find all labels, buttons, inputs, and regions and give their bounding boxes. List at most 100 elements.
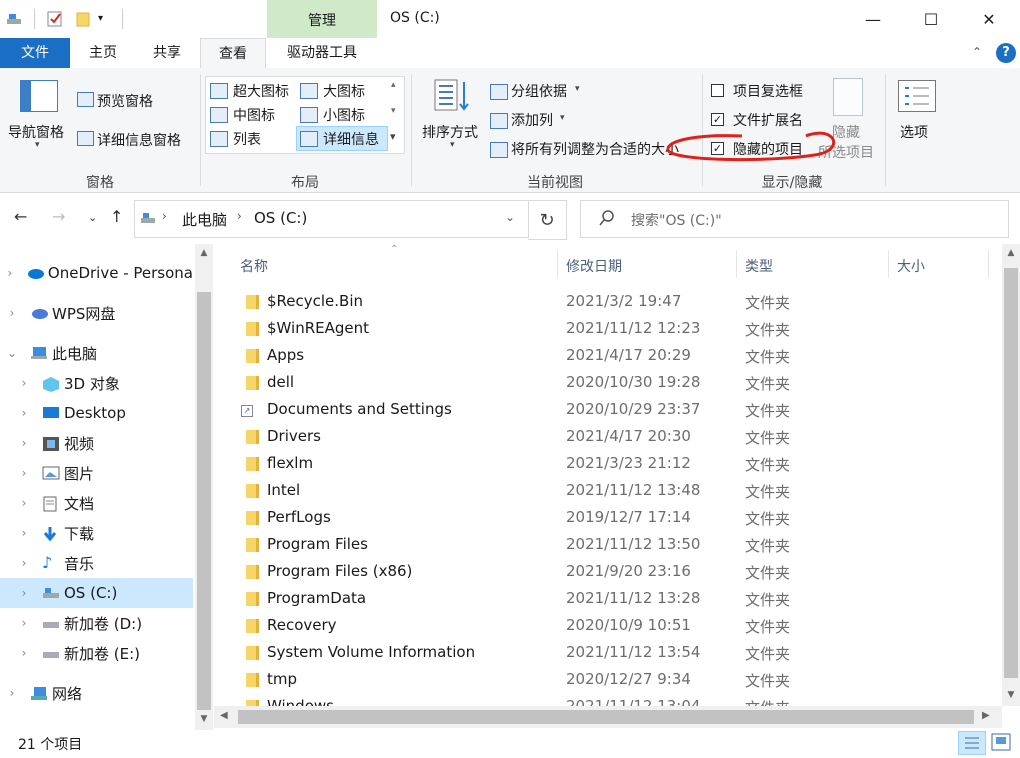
breadcrumb-os-c[interactable]: OS (C:) bbox=[254, 209, 307, 227]
help-icon[interactable]: ? bbox=[996, 43, 1016, 63]
sidebar-item-os-c[interactable]: › OS (C:) bbox=[0, 578, 193, 608]
sidebar-item-pictures[interactable]: › 图片 bbox=[0, 458, 193, 488]
sidebar-item-documents[interactable]: › 文档 bbox=[0, 488, 193, 518]
expand-gallery-icon[interactable]: ▾ bbox=[390, 130, 396, 143]
manage-contextual-tab[interactable]: 管理 bbox=[267, 0, 377, 38]
column-header-name[interactable]: 名称 bbox=[240, 256, 268, 276]
minimize-button[interactable]: — bbox=[844, 0, 902, 38]
tab-home[interactable]: 主页 bbox=[78, 38, 128, 68]
scroll-down-icon[interactable]: ▼ bbox=[1002, 690, 1020, 700]
layout-medium-icons[interactable]: 中图标 bbox=[233, 105, 275, 125]
sidebar-item-videos[interactable]: › 视频 bbox=[0, 428, 193, 458]
item-checkboxes-label[interactable]: 项目复选框 bbox=[733, 81, 803, 101]
scroll-up-icon[interactable]: ▲ bbox=[1002, 248, 1020, 258]
scroll-down-icon[interactable]: ▾ bbox=[391, 106, 396, 116]
up-arrow-icon[interactable]: ↑ bbox=[110, 207, 123, 226]
new-folder-icon[interactable] bbox=[74, 10, 92, 28]
tab-view[interactable]: 查看 bbox=[200, 38, 266, 70]
column-header-size[interactable]: 大小 bbox=[897, 256, 925, 276]
forward-arrow-icon[interactable]: → bbox=[52, 207, 65, 226]
chevron-down-icon[interactable]: ▾ bbox=[560, 113, 565, 123]
table-row[interactable]: tmp 2020/12/27 9:34 文件夹 bbox=[214, 666, 1002, 693]
details-pane-button[interactable]: 详细信息窗格 bbox=[97, 130, 181, 150]
layout-list[interactable]: 列表 bbox=[233, 129, 261, 149]
collapse-ribbon-icon[interactable]: ⌃ bbox=[972, 45, 982, 59]
back-arrow-icon[interactable]: ← bbox=[14, 207, 27, 226]
table-row[interactable]: $Recycle.Bin 2021/3/2 19:47 文件夹 bbox=[214, 288, 1002, 315]
preview-pane-button[interactable]: 预览窗格 bbox=[97, 91, 153, 111]
horizontal-scroll-thumb[interactable] bbox=[238, 710, 974, 724]
details-view-button[interactable] bbox=[958, 731, 986, 755]
group-by-button[interactable]: 分组依据 bbox=[511, 81, 567, 101]
chevron-down-icon[interactable]: ▾ bbox=[450, 140, 455, 150]
recent-locations-icon[interactable]: ⌄ bbox=[88, 211, 97, 224]
drive-icon[interactable] bbox=[6, 10, 24, 28]
table-row[interactable]: System Volume Information 2021/11/12 13:5… bbox=[214, 639, 1002, 666]
table-row[interactable]: $WinREAgent 2021/11/12 12:23 文件夹 bbox=[214, 315, 1002, 342]
sidebar-item-downloads[interactable]: › 下载 bbox=[0, 518, 193, 548]
table-row[interactable]: Intel 2021/11/12 13:48 文件夹 bbox=[214, 477, 1002, 504]
layout-large-icons[interactable]: 大图标 bbox=[323, 81, 365, 101]
table-row[interactable]: ↗ Documents and Settings 2020/10/29 23:37 文… bbox=[214, 396, 1002, 423]
layout-details[interactable]: 详细信息 bbox=[323, 129, 379, 149]
file-list-vertical-scrollbar[interactable]: ▲ ▼ bbox=[1002, 244, 1020, 706]
refresh-icon[interactable]: ↻ bbox=[528, 200, 567, 240]
sidebar-item-desktop[interactable]: › Desktop bbox=[0, 398, 193, 428]
medium-icons-icon bbox=[210, 107, 228, 123]
layout-small-icons[interactable]: 小图标 bbox=[323, 105, 365, 125]
sidebar-item-network[interactable]: › 网络 bbox=[0, 678, 193, 708]
search-placeholder: 搜索"OS (C:)" bbox=[631, 213, 722, 229]
options-button[interactable]: 选项 bbox=[900, 122, 928, 142]
table-row[interactable]: Recovery 2020/10/9 10:51 文件夹 bbox=[214, 612, 1002, 639]
sidebar-item-3d-objects[interactable]: › 3D 对象 bbox=[0, 368, 193, 398]
file-list-horizontal-scrollbar[interactable]: ◀ ▶ bbox=[214, 706, 1002, 728]
search-input[interactable]: 搜索"OS (C:)" bbox=[580, 200, 1009, 238]
table-row[interactable]: Program Files 2021/11/12 13:50 文件夹 bbox=[214, 531, 1002, 558]
tab-drive-tools[interactable]: 驱动器工具 bbox=[270, 38, 374, 68]
size-all-columns-button[interactable]: 将所有列调整为合适的大小 bbox=[511, 139, 679, 159]
add-columns-button[interactable]: 添加列 bbox=[511, 110, 553, 130]
sidebar-item-this-pc[interactable]: ⌄ 此电脑 bbox=[0, 338, 193, 368]
sidebar-item-music[interactable]: › ♪ 音乐 bbox=[0, 548, 193, 578]
file-list-scroll-thumb[interactable] bbox=[1004, 268, 1018, 678]
sort-by-button[interactable]: 排序方式 bbox=[422, 122, 478, 142]
close-button[interactable]: ✕ bbox=[960, 0, 1018, 38]
chevron-down-icon[interactable]: ▾ bbox=[575, 84, 580, 94]
scroll-up-icon[interactable]: ▴ bbox=[391, 80, 396, 90]
tab-file[interactable]: 文件 bbox=[0, 38, 70, 68]
scroll-right-icon[interactable]: ▶ bbox=[982, 710, 990, 721]
table-row[interactable]: Apps 2021/4/17 20:29 文件夹 bbox=[214, 342, 1002, 369]
file-extensions-checkbox[interactable]: ✓ bbox=[711, 113, 724, 126]
scroll-down-icon[interactable]: ▼ bbox=[195, 714, 213, 724]
layout-extra-large-icons[interactable]: 超大图标 bbox=[233, 81, 289, 101]
address-bar[interactable]: › 此电脑 › OS (C:) ⌄ bbox=[134, 200, 529, 238]
sidebar-item-onedrive[interactable]: › OneDrive - Persona bbox=[0, 258, 193, 288]
table-row[interactable]: ProgramData 2021/11/12 13:28 文件夹 bbox=[214, 585, 1002, 612]
table-row[interactable]: PerfLogs 2019/12/7 17:14 文件夹 bbox=[214, 504, 1002, 531]
column-header-type[interactable]: 类型 bbox=[745, 256, 773, 276]
breadcrumb-this-pc[interactable]: 此电脑 bbox=[182, 209, 227, 230]
large-icons-view-button[interactable] bbox=[988, 731, 1016, 755]
sidebar-item-wps[interactable]: › WPS网盘 bbox=[0, 298, 193, 328]
table-row[interactable]: dell 2020/10/30 19:28 文件夹 bbox=[214, 369, 1002, 396]
tab-share[interactable]: 共享 bbox=[142, 38, 192, 68]
item-checkboxes-checkbox[interactable] bbox=[711, 84, 724, 97]
table-row[interactable]: Drivers 2021/4/17 20:30 文件夹 bbox=[214, 423, 1002, 450]
table-row[interactable]: Windows 2021/11/12 13:04 文件夹 bbox=[214, 693, 1002, 706]
nav-pane-button[interactable]: 导航窗格 bbox=[8, 122, 64, 142]
address-dropdown-icon[interactable]: ⌄ bbox=[505, 210, 515, 224]
sidebar-item-drive-e[interactable]: › 新加卷 (E:) bbox=[0, 638, 193, 668]
sidebar-scrollbar[interactable]: ▲ ▼ bbox=[195, 244, 213, 730]
music-icon: ♪ bbox=[42, 553, 53, 572]
maximize-button[interactable]: ☐ bbox=[902, 0, 960, 38]
scroll-left-icon[interactable]: ◀ bbox=[220, 710, 228, 721]
chevron-down-icon[interactable]: ▾ bbox=[35, 140, 40, 150]
sidebar-item-drive-d[interactable]: › 新加卷 (D:) bbox=[0, 608, 193, 638]
customize-toolbar-icon[interactable]: ▾ bbox=[98, 10, 116, 28]
table-row[interactable]: Program Files (x86) 2021/9/20 23:16 文件夹 bbox=[214, 558, 1002, 585]
properties-icon[interactable] bbox=[46, 10, 64, 28]
column-header-modified[interactable]: 修改日期 bbox=[566, 256, 622, 276]
scroll-up-icon[interactable]: ▲ bbox=[195, 248, 213, 258]
sidebar-scroll-thumb[interactable] bbox=[197, 292, 211, 710]
table-row[interactable]: flexlm 2021/3/23 21:12 文件夹 bbox=[214, 450, 1002, 477]
